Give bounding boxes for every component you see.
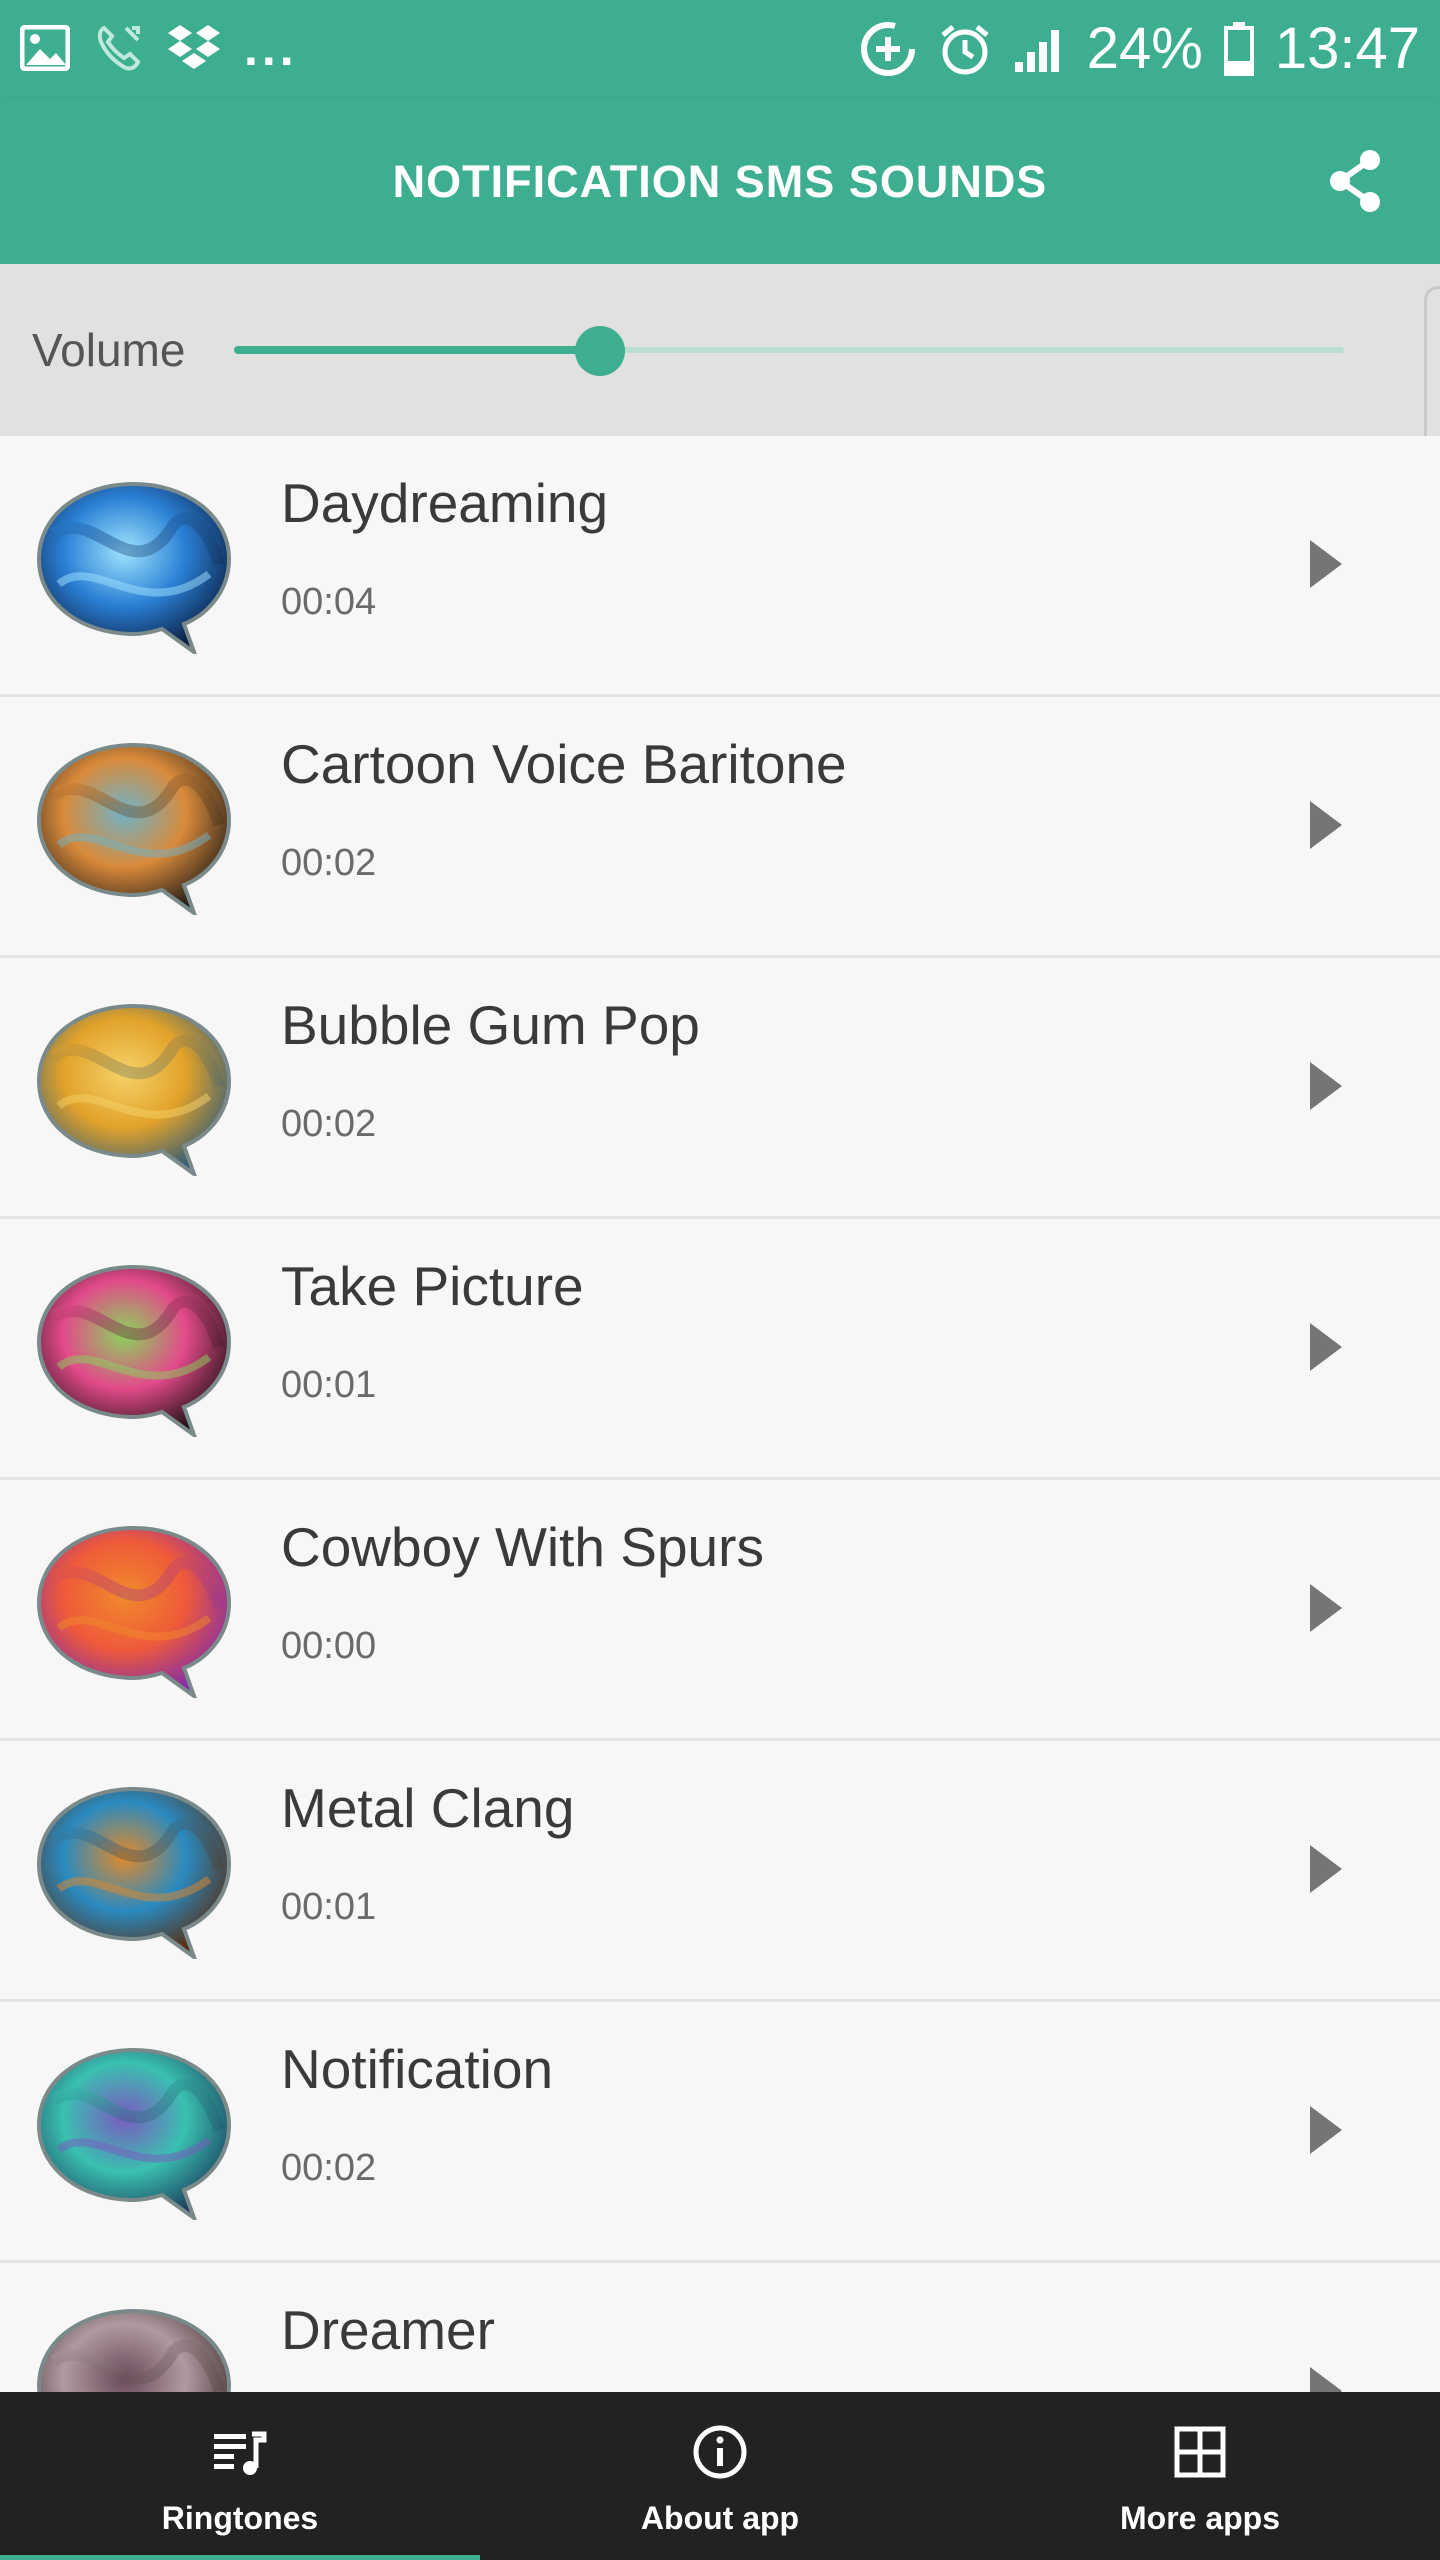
dropbox-icon	[168, 25, 220, 69]
sound-duration: 00:04	[281, 581, 377, 623]
sound-list-item[interactable]: Cartoon Voice Baritone 00:02	[0, 697, 1440, 958]
sound-list-item[interactable]: Take Picture 00:01	[0, 1219, 1440, 1480]
share-button[interactable]	[1322, 148, 1388, 214]
volume-panel: Volume	[0, 264, 1440, 436]
share-icon	[1330, 150, 1380, 212]
play-icon[interactable]	[1306, 1580, 1346, 1636]
volume-slider-fill	[234, 346, 601, 354]
sound-duration: 00:01	[281, 1364, 377, 1406]
sound-title: Daydreaming	[281, 472, 609, 534]
play-icon[interactable]	[1306, 536, 1346, 592]
play-icon[interactable]	[1306, 1319, 1346, 1375]
sound-list-item[interactable]: Notification 00:02	[0, 2002, 1440, 2263]
nav-more-apps-label: More apps	[1119, 2500, 1281, 2536]
volume-slider-thumb[interactable]	[575, 326, 626, 376]
sound-title: Cartoon Voice Baritone	[281, 733, 847, 795]
status-bar-system: 24% 13:47	[859, 14, 1420, 84]
nav-about-app[interactable]: About app	[480, 2392, 960, 2560]
play-icon[interactable]	[1306, 797, 1346, 853]
sound-artwork-icon	[36, 1525, 232, 1698]
nav-ringtones-label: Ringtones	[161, 2500, 319, 2536]
nav-about-app-label: About app	[640, 2500, 800, 2536]
battery-percentage: 24%	[1086, 16, 1203, 81]
sound-title: Cowboy With Spurs	[281, 1516, 764, 1578]
sound-duration: 00:00	[281, 1625, 377, 1667]
play-icon[interactable]	[1306, 1058, 1346, 1114]
data-saver-icon	[860, 22, 915, 76]
sound-title: Bubble Gum Pop	[281, 994, 700, 1056]
sound-duration: 00:02	[281, 2147, 377, 2189]
app-bar: NOTIFICATION SMS SOUNDS	[0, 100, 1440, 264]
playlist-music-icon	[214, 2431, 267, 2475]
sound-list-item[interactable]: Metal Clang 00:01	[0, 1741, 1440, 2002]
info-icon	[693, 2425, 747, 2479]
clock: 13:47	[1274, 16, 1420, 81]
sound-artwork-icon	[36, 1264, 232, 1437]
play-icon[interactable]	[1306, 1841, 1346, 1897]
volume-slider[interactable]	[234, 326, 1344, 376]
battery-icon	[1223, 22, 1254, 76]
sound-artwork-icon	[36, 2047, 232, 2220]
sound-artwork-icon	[36, 481, 232, 654]
volume-label: Volume	[32, 324, 186, 376]
phone-missed-icon	[97, 25, 141, 71]
sound-artwork-icon	[36, 1003, 232, 1176]
status-bar: ... 24% 13:47	[0, 0, 1440, 100]
sound-title: Metal Clang	[281, 1777, 575, 1839]
signal-icon	[1014, 30, 1059, 72]
more-notifications-indicator: ...	[244, 20, 298, 76]
sound-duration: 00:02	[281, 1103, 377, 1145]
sound-title: Dreamer	[281, 2299, 495, 2361]
image-icon	[20, 25, 70, 71]
nav-more-apps[interactable]: More apps	[960, 2392, 1440, 2560]
sound-artwork-icon	[36, 742, 232, 915]
nav-active-indicator	[0, 2555, 480, 2560]
sound-list: Daydreaming 00:04 Cartoon Voice Baritone 00…	[0, 436, 1440, 2524]
alarm-icon	[941, 25, 989, 75]
grid-icon	[1174, 2426, 1226, 2478]
status-bar-notifications: ...	[20, 18, 298, 78]
page-title: NOTIFICATION SMS SOUNDS	[392, 156, 1048, 207]
nav-ringtones[interactable]: Ringtones	[0, 2392, 480, 2560]
play-icon[interactable]	[1306, 2102, 1346, 2158]
sound-artwork-icon	[36, 1786, 232, 1959]
bottom-navigation: Ringtones About app More apps	[0, 2392, 1440, 2560]
sound-list-item[interactable]: Cowboy With Spurs 00:00	[0, 1480, 1440, 1741]
sound-title: Notification	[281, 2038, 554, 2100]
sound-duration: 00:01	[281, 1886, 377, 1928]
sound-list-item[interactable]: Bubble Gum Pop 00:02	[0, 958, 1440, 1219]
sound-title: Take Picture	[281, 1255, 584, 1317]
sound-list-item[interactable]: Daydreaming 00:04	[0, 436, 1440, 697]
sound-duration: 00:02	[281, 842, 377, 884]
